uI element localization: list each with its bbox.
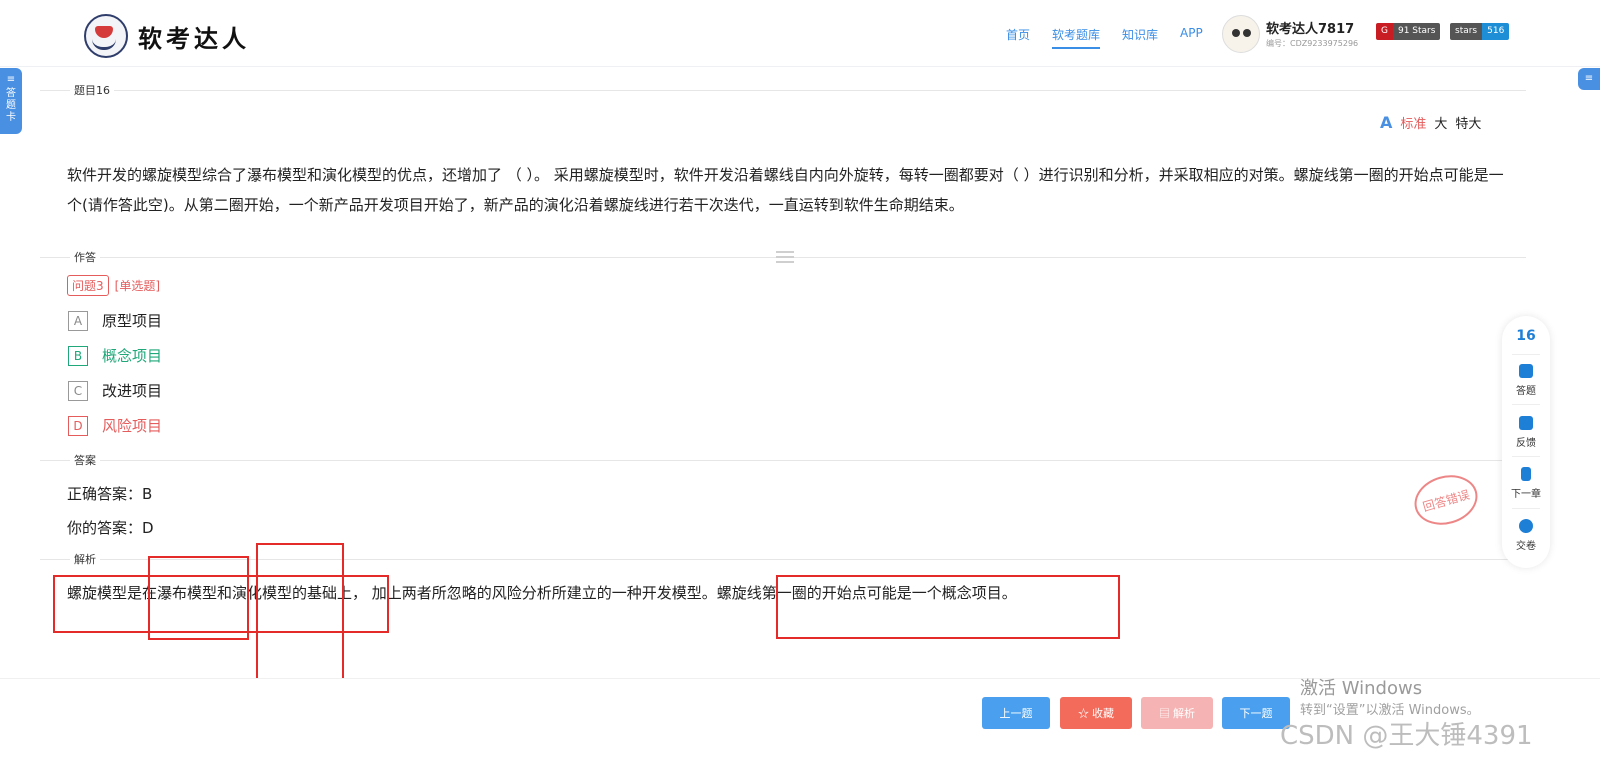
float-submit-button[interactable]: 交卷 xyxy=(1502,519,1550,552)
float-submit-label: 交卷 xyxy=(1516,541,1536,552)
annotation-box xyxy=(776,575,1120,639)
answer-card-tab[interactable]: ≡ 答题卡 xyxy=(0,68,22,134)
user-name[interactable]: 软考达人7817 xyxy=(1266,18,1354,37)
option-letter: B xyxy=(68,345,88,366)
option-text: 概念项目 xyxy=(102,347,163,365)
analysis-button[interactable]: ▤ 解析 xyxy=(1141,697,1213,729)
gitee-stars-label: 91 Stars xyxy=(1392,23,1441,40)
font-size-standard[interactable]: 标准 xyxy=(1400,113,1426,132)
top-header: 软考达人 首页 软考题库 知识库 APP 软考达人7817 编号：CDZ9233… xyxy=(0,0,1600,67)
analysis-title: 解析 xyxy=(70,551,100,567)
windows-activation-title: 激活 Windows xyxy=(1300,678,1423,699)
option-text: 改进项目 xyxy=(102,382,163,400)
menu-icon: ≡ xyxy=(6,74,16,85)
your-answer: 你的答案：D xyxy=(67,519,154,537)
menu-icon: ≡ xyxy=(1584,73,1594,84)
question-tag: 问题3 [单选题] xyxy=(67,275,160,296)
question-title: 题目16 xyxy=(70,82,114,98)
correct-answer: 正确答案：B xyxy=(67,485,153,503)
nav-knowledge-base[interactable]: 知识库 xyxy=(1122,26,1158,43)
github-stars-label: stars xyxy=(1450,23,1483,40)
option-letter: D xyxy=(68,415,88,436)
font-size-control: A 标准 大 特大 xyxy=(1380,113,1489,132)
option-d[interactable]: D 风险项目 xyxy=(68,415,162,436)
option-c[interactable]: C 改进项目 xyxy=(68,380,162,401)
user-avatar[interactable] xyxy=(1222,15,1260,53)
float-answer-button[interactable]: 答题 xyxy=(1502,364,1550,397)
question-number-indicator: 16 xyxy=(1516,328,1536,344)
favorite-button[interactable]: ☆ 收藏 xyxy=(1060,697,1132,729)
option-a[interactable]: A 原型项目 xyxy=(68,310,162,331)
prev-question-button[interactable]: 上一题 xyxy=(982,697,1050,729)
font-size-xlarge[interactable]: 特大 xyxy=(1455,113,1481,132)
shield-icon xyxy=(1519,364,1533,378)
option-text: 风险项目 xyxy=(102,417,163,435)
float-feedback-button[interactable]: 反馈 xyxy=(1502,416,1550,449)
float-next-chapter-label: 下一章 xyxy=(1511,489,1541,500)
section-divider xyxy=(40,460,1526,461)
divider xyxy=(1512,354,1540,355)
float-next-chapter-button[interactable]: 下一章 xyxy=(1502,467,1550,500)
user-id: 编号：CDZ9233975296 xyxy=(1266,39,1359,48)
drag-handle-icon[interactable] xyxy=(776,251,794,263)
gitee-stars-badge[interactable]: G 91 Stars xyxy=(1376,23,1441,40)
option-letter: A xyxy=(68,310,88,331)
nav-home[interactable]: 首页 xyxy=(1006,26,1030,43)
logo-text: 软考达人 xyxy=(138,24,250,53)
nav-app[interactable]: APP xyxy=(1180,26,1203,43)
nav-question-bank[interactable]: 软考题库 xyxy=(1052,26,1101,49)
divider xyxy=(1512,456,1540,457)
option-text: 原型项目 xyxy=(102,312,163,330)
answer-card-label: 答题卡 xyxy=(6,88,16,123)
answer-key-title: 答案 xyxy=(70,452,100,468)
font-size-large[interactable]: 大 xyxy=(1434,113,1447,132)
logo-emblem-icon xyxy=(84,14,128,58)
annotation-box xyxy=(256,543,344,691)
floating-toolbar: 16 答题 反馈 下一章 交卷 xyxy=(1502,316,1550,568)
divider xyxy=(1512,508,1540,509)
avatar-eye-icon xyxy=(1232,29,1240,37)
float-answer-label: 答题 xyxy=(1516,386,1536,397)
chat-icon xyxy=(1519,416,1533,430)
github-stars-badge[interactable]: stars 516 xyxy=(1450,23,1510,40)
annotation-box xyxy=(148,556,249,640)
answer-section-title: 作答 xyxy=(70,249,100,265)
font-size-icon: A xyxy=(1380,113,1393,132)
option-b[interactable]: B 概念项目 xyxy=(68,345,162,366)
site-logo[interactable]: 软考达人 xyxy=(84,14,250,58)
question-text: 软件开发的螺旋模型综合了瀑布模型和演化模型的优点，还增加了 （ ）。 采用螺旋模… xyxy=(67,166,1504,214)
avatar-eye-icon xyxy=(1243,29,1251,37)
upload-icon xyxy=(1519,519,1533,533)
question-type-tag: [单选题] xyxy=(114,279,161,293)
skip-forward-icon xyxy=(1521,467,1531,481)
question-number-tag: 问题3 xyxy=(67,275,109,296)
float-feedback-label: 反馈 xyxy=(1516,438,1536,449)
main-nav: 首页 软考题库 知识库 APP xyxy=(1006,26,1225,49)
gitee-icon: G xyxy=(1376,23,1393,40)
right-menu-tab[interactable]: ≡ xyxy=(1578,68,1600,90)
option-letter: C xyxy=(68,380,88,401)
divider xyxy=(1512,404,1540,405)
github-stars-count: 516 xyxy=(1482,23,1510,40)
csdn-watermark: CSDN @王大锤4391 xyxy=(1280,721,1533,751)
section-divider xyxy=(40,90,1526,91)
wrong-answer-stamp: 回答错误 xyxy=(1408,468,1484,532)
